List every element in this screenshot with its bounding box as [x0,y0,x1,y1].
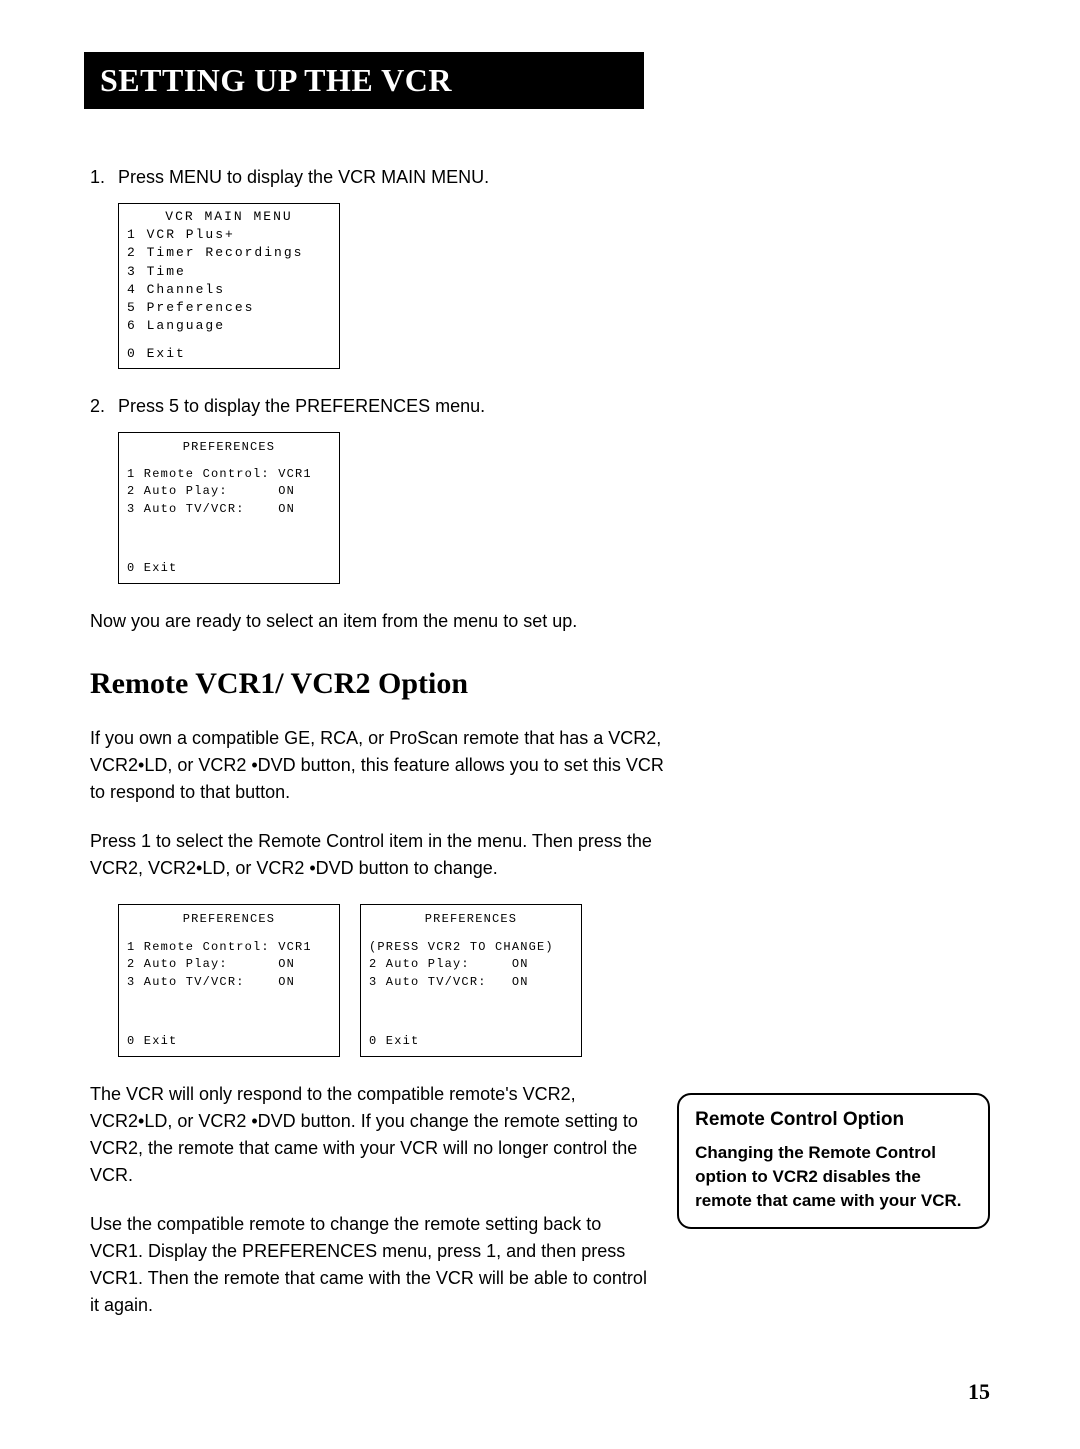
right-column: Remote Control Option Changing the Remot… [677,1091,990,1228]
sidebar-remote-control-option: Remote Control Option Changing the Remot… [677,1093,990,1228]
section-title-remote-option: Remote VCR1/ VCR2 Option [90,667,990,701]
preferences-screen-vcr1: PREFERENCES 1 Remote Control: VCR1 2 Aut… [118,904,340,1057]
menu1-line: 2 Timer Recordings [127,244,331,262]
menu2-line: 3 Auto TV/VCR: ON [127,501,331,518]
menu2-title: PREFERENCES [127,439,331,456]
step-1: 1.Press MENU to display the VCR MAIN MEN… [90,164,990,191]
para-use: Use the compatible remote to change the … [90,1211,657,1319]
menu3a-line: 2 Auto Play: ON [127,956,331,973]
menu3b-line: 2 Auto Play: ON [369,956,573,973]
menu3b-exit: 0 Exit [369,1033,573,1050]
preferences-screen-vcr2-prompt: PREFERENCES (PRESS VCR2 TO CHANGE) 2 Aut… [360,904,582,1057]
content-area: 1.Press MENU to display the VCR MAIN MEN… [0,164,1080,1341]
menu2-exit: 0 Exit [127,560,331,577]
menu3a-line: 1 Remote Control: VCR1 [127,939,331,956]
menu3b-line: 3 Auto TV/VCR: ON [369,974,573,991]
step-2-num: 2. [90,393,118,420]
menu3a-title: PREFERENCES [127,911,331,928]
menu3a-line: 3 Auto TV/VCR: ON [127,974,331,991]
step-1-text: Press MENU to display the VCR MAIN MENU. [118,167,489,187]
menu1-title: VCR MAIN MENU [127,208,331,226]
menu1-line: 4 Channels [127,281,331,299]
menu1-line: 3 Time [127,263,331,281]
para-respond: The VCR will only respond to the compati… [90,1081,657,1189]
page-number: 15 [968,1379,990,1405]
step-2: 2.Press 5 to display the PREFERENCES men… [90,393,990,420]
menu1-exit: 0 Exit [127,345,331,363]
page-header: SETTING UP THE VCR [84,52,644,109]
menu2-line: 2 Auto Play: ON [127,483,331,500]
para-press1: Press 1 to select the Remote Control ite… [90,828,670,882]
para-ready: Now you are ready to select an item from… [90,608,990,635]
preferences-screens-row: PREFERENCES 1 Remote Control: VCR1 2 Aut… [118,904,990,1057]
menu1-line: 1 VCR Plus+ [127,226,331,244]
menu3a-exit: 0 Exit [127,1033,331,1050]
menu3b-line: (PRESS VCR2 TO CHANGE) [369,939,573,956]
left-column: The VCR will only respond to the compati… [90,1081,657,1341]
menu2-line: 1 Remote Control: VCR1 [127,466,331,483]
vcr-main-menu-screen: VCR MAIN MENU 1 VCR Plus+ 2 Timer Record… [118,203,340,369]
two-column-section: The VCR will only respond to the compati… [90,1081,990,1341]
preferences-menu-screen: PREFERENCES 1 Remote Control: VCR1 2 Aut… [118,432,340,585]
step-1-num: 1. [90,164,118,191]
para-own: If you own a compatible GE, RCA, or ProS… [90,725,670,806]
menu3b-title: PREFERENCES [369,911,573,928]
menu1-line: 5 Preferences [127,299,331,317]
sidebar-title: Remote Control Option [695,1109,972,1131]
menu1-line: 6 Language [127,317,331,335]
sidebar-text: Changing the Remote Control option to VC… [695,1141,972,1212]
step-2-text: Press 5 to display the PREFERENCES menu. [118,396,485,416]
